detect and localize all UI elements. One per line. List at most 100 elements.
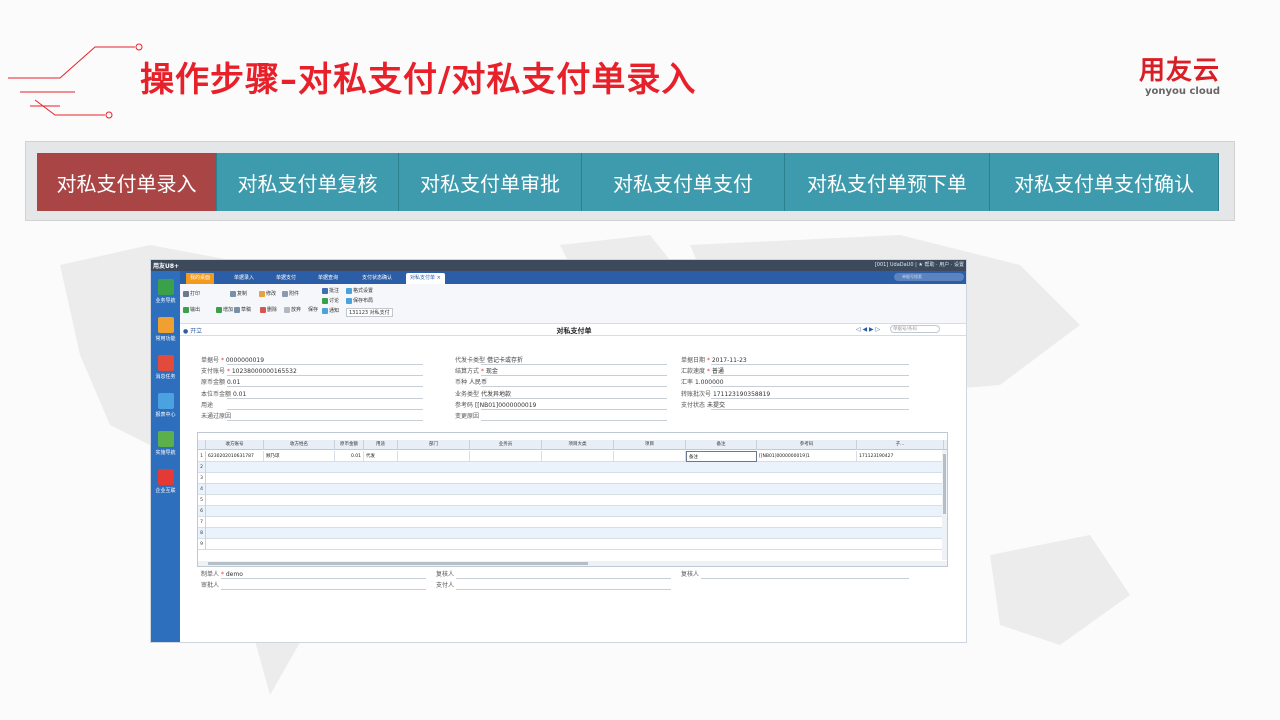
table-row[interactable]: 9 bbox=[198, 539, 947, 550]
column-header[interactable]: 部门 bbox=[398, 440, 470, 450]
tab-private-payment[interactable]: 对私支付单 × bbox=[406, 273, 445, 284]
field-value[interactable]: 0000000019 bbox=[226, 357, 264, 364]
field-value[interactable]: 1.000000 bbox=[695, 379, 724, 386]
step-approve[interactable]: 对私支付单审批 bbox=[399, 153, 582, 211]
nav-implementation[interactable]: 实施导航 bbox=[153, 431, 178, 456]
table-row[interactable]: 7 bbox=[198, 517, 947, 528]
table-row[interactable]: 4 bbox=[198, 484, 947, 495]
delete-button[interactable]: 删除 bbox=[260, 306, 277, 313]
tab-pay[interactable]: 单据支付 bbox=[272, 273, 300, 284]
step-confirm[interactable]: 对私支付单支付确认 bbox=[990, 153, 1219, 211]
nav-enterprise[interactable]: 企业互联 bbox=[153, 469, 178, 494]
table-cell[interactable] bbox=[470, 451, 542, 462]
table-row[interactable]: 2 bbox=[198, 462, 947, 473]
modify-button[interactable]: 修改 bbox=[259, 290, 276, 297]
field-value[interactable]: demo bbox=[226, 571, 243, 578]
field-value[interactable]: 10238000000165532 bbox=[232, 368, 297, 375]
field-value[interactable]: 0.01 bbox=[233, 391, 246, 398]
table-row[interactable]: 6 bbox=[198, 506, 947, 517]
purpose-field[interactable]: 用途 bbox=[201, 400, 213, 409]
app-search-input[interactable]: 单据号搜索 bbox=[894, 273, 964, 281]
column-header[interactable]: 收方姓名 bbox=[264, 440, 335, 450]
step-review[interactable]: 对私支付单复核 bbox=[217, 153, 399, 211]
column-header[interactable]: 参考码 bbox=[757, 440, 857, 450]
table-cell[interactable]: [[NB01]0000000019]1 bbox=[757, 451, 857, 462]
template-select[interactable]: 131123 对私支付 bbox=[346, 308, 393, 317]
output-button[interactable]: 输出 bbox=[183, 306, 200, 313]
column-header[interactable]: 原币金额 bbox=[335, 440, 364, 450]
column-header[interactable]: 子... bbox=[857, 440, 944, 450]
nav-label: 实施导航 bbox=[155, 450, 176, 456]
draft-button[interactable]: 草稿 bbox=[234, 306, 251, 313]
field-value[interactable]: 171123190358819 bbox=[713, 391, 770, 398]
attach-button[interactable]: 附件 bbox=[282, 290, 299, 297]
field-value[interactable]: 未提交 bbox=[707, 402, 725, 409]
copy-button[interactable]: 复制 bbox=[230, 290, 247, 297]
field-label: 结算方式 bbox=[455, 368, 480, 375]
step-preorder[interactable]: 对私支付单预下单 bbox=[785, 153, 990, 211]
column-header[interactable]: 项目 bbox=[614, 440, 686, 450]
table-cell[interactable]: 代发 bbox=[364, 451, 398, 462]
table-row[interactable]: 1 6230202010631787 顾乃琼 0.01 代发 备注 [[NB01… bbox=[198, 451, 947, 462]
field-value[interactable]: 借记卡或存折 bbox=[487, 357, 523, 364]
app-titlebar: 用友U8+ [001] UdaDaU0 | ★ 帮助 · 用户 · 设置 bbox=[151, 260, 966, 271]
table-cell[interactable]: 171123190427 bbox=[857, 451, 944, 462]
table-cell[interactable]: 0.01 bbox=[335, 451, 364, 462]
checker-field[interactable]: 复核人 bbox=[681, 569, 699, 578]
nav-reports[interactable]: 报表中心 bbox=[153, 393, 178, 418]
table-cell[interactable] bbox=[614, 451, 686, 462]
print-button[interactable]: 打印 bbox=[183, 290, 200, 297]
compass-icon bbox=[157, 431, 174, 447]
table-cell[interactable]: 6230202010631787 bbox=[206, 451, 264, 462]
reject-reason-field[interactable]: 未通过原因 bbox=[201, 411, 231, 420]
save-button[interactable]: 保存 bbox=[308, 306, 318, 313]
table-row[interactable]: 5 bbox=[198, 495, 947, 506]
form-title: 对私支付单 bbox=[556, 327, 592, 335]
field-value[interactable]: 普通 bbox=[712, 368, 724, 375]
nav-business[interactable]: 业务导航 bbox=[153, 279, 178, 304]
column-header[interactable]: 备注 bbox=[686, 440, 757, 450]
table-row[interactable]: 3 bbox=[198, 473, 947, 484]
tab-query[interactable]: 单据查询 bbox=[314, 273, 342, 284]
change-reason-field[interactable]: 变更原因 bbox=[455, 411, 479, 420]
tab-desktop[interactable]: 我的桌面 bbox=[186, 273, 215, 284]
column-header[interactable]: 收方账号 bbox=[206, 440, 264, 450]
table-cell[interactable]: 备注 bbox=[686, 451, 757, 462]
format-setting-button[interactable]: 格式设置 bbox=[346, 287, 373, 294]
annotate-button[interactable]: 批注 bbox=[322, 287, 339, 294]
discard-button[interactable]: 放弃 bbox=[284, 306, 301, 313]
payer-field[interactable]: 支付人 bbox=[436, 580, 454, 589]
bill-search-input[interactable]: 单据号/条码 bbox=[890, 325, 940, 333]
step-pay[interactable]: 对私支付单支付 bbox=[582, 153, 785, 211]
output-icon bbox=[183, 306, 189, 313]
field-value[interactable]: 0.01 bbox=[227, 379, 240, 386]
table-row[interactable]: 8 bbox=[198, 528, 947, 539]
table-cell[interactable] bbox=[398, 451, 470, 462]
field-value[interactable]: 人民币 bbox=[469, 379, 487, 386]
tab-entry[interactable]: 单据录入 bbox=[230, 273, 258, 284]
tab-confirm[interactable]: 支付状态确认 bbox=[358, 273, 396, 284]
field-value[interactable]: 代发异地款 bbox=[481, 391, 511, 398]
column-header[interactable]: 项目大类 bbox=[542, 440, 614, 450]
table-cell[interactable]: 顾乃琼 bbox=[264, 451, 335, 462]
record-nav-icon[interactable]: ◁ ◀ ▶ ▷ bbox=[856, 326, 880, 333]
field-value[interactable]: [[NB01]0000000019 bbox=[475, 402, 536, 409]
step-entry[interactable]: 对私支付单录入 bbox=[37, 153, 217, 211]
column-header[interactable]: 用途 bbox=[364, 440, 398, 450]
save-layout-button[interactable]: 保存布局 bbox=[346, 297, 373, 304]
nav-messages[interactable]: 消息任务 bbox=[153, 355, 178, 380]
discuss-button[interactable]: 讨论 bbox=[322, 297, 339, 304]
report-icon bbox=[157, 393, 174, 409]
titlebar-controls[interactable]: [001] UdaDaU0 | ★ 帮助 · 用户 · 设置 bbox=[875, 261, 964, 268]
nav-common[interactable]: 常用功能 bbox=[153, 317, 178, 342]
approver-field[interactable]: 审批人 bbox=[201, 580, 219, 589]
column-header[interactable]: 业务员 bbox=[470, 440, 542, 450]
notify-button[interactable]: 通知 bbox=[322, 307, 339, 314]
table-horizontal-scrollbar[interactable] bbox=[198, 561, 947, 566]
reviewer-field[interactable]: 复核人 bbox=[436, 569, 454, 578]
table-cell[interactable] bbox=[542, 451, 614, 462]
field-value[interactable]: 现金 bbox=[486, 368, 498, 375]
table-vertical-scrollbar[interactable] bbox=[942, 450, 947, 560]
add-button[interactable]: 增加 bbox=[216, 306, 233, 313]
field-value[interactable]: 2017-11-23 bbox=[712, 357, 747, 364]
